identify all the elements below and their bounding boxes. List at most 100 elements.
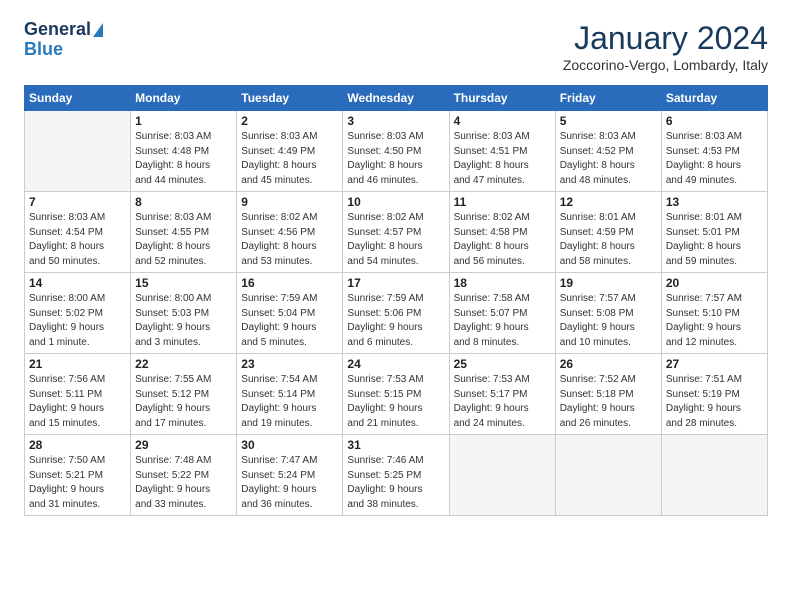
- day-number: 8: [135, 195, 232, 209]
- calendar-cell: 23Sunrise: 7:54 AM Sunset: 5:14 PM Dayli…: [237, 354, 343, 435]
- day-number: 6: [666, 114, 763, 128]
- day-number: 24: [347, 357, 444, 371]
- day-number: 28: [29, 438, 126, 452]
- col-header-sunday: Sunday: [25, 86, 131, 111]
- day-info: Sunrise: 7:46 AM Sunset: 5:25 PM Dayligh…: [347, 454, 444, 512]
- logo: General Blue: [24, 20, 103, 60]
- location: Zoccorino-Vergo, Lombardy, Italy: [563, 57, 768, 73]
- day-number: 3: [347, 114, 444, 128]
- day-number: 25: [454, 357, 551, 371]
- day-info: Sunrise: 7:51 AM Sunset: 5:19 PM Dayligh…: [666, 373, 763, 431]
- day-info: Sunrise: 8:03 AM Sunset: 4:48 PM Dayligh…: [135, 130, 232, 188]
- day-info: Sunrise: 7:53 AM Sunset: 5:17 PM Dayligh…: [454, 373, 551, 431]
- day-number: 1: [135, 114, 232, 128]
- calendar-cell: 28Sunrise: 7:50 AM Sunset: 5:21 PM Dayli…: [25, 435, 131, 516]
- calendar-cell: 24 Sunrise: 7:53 AM Sunset: 5:15 PM Dayli…: [343, 354, 449, 435]
- day-info: Sunrise: 8:00 AM Sunset: 5:03 PM Dayligh…: [135, 292, 232, 350]
- day-info: Sunrise: 8:02 AM Sunset: 4:57 PM Dayligh…: [347, 211, 444, 269]
- day-info: Sunrise: 7:57 AM Sunset: 5:08 PM Dayligh…: [560, 292, 657, 350]
- day-number: 12: [560, 195, 657, 209]
- calendar-cell: 16 Sunrise: 7:59 AM Sunset: 5:04 PM Dayli…: [237, 273, 343, 354]
- calendar-cell: 10 Sunrise: 8:02 AM Sunset: 4:57 PM Dayli…: [343, 192, 449, 273]
- day-number: 30: [241, 438, 338, 452]
- month-title: January 2024: [563, 20, 768, 57]
- day-info: Sunrise: 8:03 AM Sunset: 4:55 PM Dayligh…: [135, 211, 232, 269]
- day-info: Sunrise: 7:58 AM Sunset: 5:07 PM Dayligh…: [454, 292, 551, 350]
- col-header-saturday: Saturday: [661, 86, 767, 111]
- day-number: 18: [454, 276, 551, 290]
- day-number: 15: [135, 276, 232, 290]
- day-info: Sunrise: 8:03 AM Sunset: 4:52 PM Dayligh…: [560, 130, 657, 188]
- day-number: 29: [135, 438, 232, 452]
- header: General Blue January 2024 Zoccorino-Verg…: [24, 20, 768, 73]
- day-info: Sunrise: 8:03 AM Sunset: 4:49 PM Dayligh…: [241, 130, 338, 188]
- day-number: 7: [29, 195, 126, 209]
- calendar-cell: 17Sunrise: 7:59 AM Sunset: 5:06 PM Dayli…: [343, 273, 449, 354]
- day-number: 11: [454, 195, 551, 209]
- calendar-week-1: 7Sunrise: 8:03 AM Sunset: 4:54 PM Daylig…: [25, 192, 768, 273]
- calendar-page: General Blue January 2024 Zoccorino-Verg…: [0, 0, 792, 532]
- calendar-cell: 19 Sunrise: 7:57 AM Sunset: 5:08 PM Dayli…: [555, 273, 661, 354]
- day-number: 16: [241, 276, 338, 290]
- day-info: Sunrise: 8:01 AM Sunset: 4:59 PM Dayligh…: [560, 211, 657, 269]
- calendar-cell: 20Sunrise: 7:57 AM Sunset: 5:10 PM Dayli…: [661, 273, 767, 354]
- day-number: 26: [560, 357, 657, 371]
- calendar-cell: 15 Sunrise: 8:00 AM Sunset: 5:03 PM Dayli…: [131, 273, 237, 354]
- calendar-cell: [25, 111, 131, 192]
- day-info: Sunrise: 8:01 AM Sunset: 5:01 PM Dayligh…: [666, 211, 763, 269]
- calendar-cell: 4Sunrise: 8:03 AM Sunset: 4:51 PM Daylig…: [449, 111, 555, 192]
- day-number: 10: [347, 195, 444, 209]
- logo-general-text: General: [24, 20, 91, 40]
- calendar-cell: [661, 435, 767, 516]
- day-info: Sunrise: 8:03 AM Sunset: 4:51 PM Dayligh…: [454, 130, 551, 188]
- calendar-cell: 13 Sunrise: 8:01 AM Sunset: 5:01 PM Dayli…: [661, 192, 767, 273]
- calendar-week-0: 1 Sunrise: 8:03 AM Sunset: 4:48 PM Daylig…: [25, 111, 768, 192]
- calendar-week-2: 14 Sunrise: 8:00 AM Sunset: 5:02 PM Dayli…: [25, 273, 768, 354]
- calendar-cell: 30Sunrise: 7:47 AM Sunset: 5:24 PM Dayli…: [237, 435, 343, 516]
- day-info: Sunrise: 7:57 AM Sunset: 5:10 PM Dayligh…: [666, 292, 763, 350]
- day-info: Sunrise: 7:59 AM Sunset: 5:04 PM Dayligh…: [241, 292, 338, 350]
- day-info: Sunrise: 8:00 AM Sunset: 5:02 PM Dayligh…: [29, 292, 126, 350]
- col-header-tuesday: Tuesday: [237, 86, 343, 111]
- col-header-friday: Friday: [555, 86, 661, 111]
- day-number: 2: [241, 114, 338, 128]
- calendar-cell: 22Sunrise: 7:55 AM Sunset: 5:12 PM Dayli…: [131, 354, 237, 435]
- day-info: Sunrise: 8:02 AM Sunset: 4:56 PM Dayligh…: [241, 211, 338, 269]
- calendar-cell: 9 Sunrise: 8:02 AM Sunset: 4:56 PM Daylig…: [237, 192, 343, 273]
- title-block: January 2024 Zoccorino-Vergo, Lombardy, …: [563, 20, 768, 73]
- day-info: Sunrise: 8:03 AM Sunset: 4:53 PM Dayligh…: [666, 130, 763, 188]
- calendar-cell: 5 Sunrise: 8:03 AM Sunset: 4:52 PM Daylig…: [555, 111, 661, 192]
- day-info: Sunrise: 8:03 AM Sunset: 4:50 PM Dayligh…: [347, 130, 444, 188]
- day-info: Sunrise: 7:53 AM Sunset: 5:15 PM Dayligh…: [347, 373, 444, 431]
- day-number: 21: [29, 357, 126, 371]
- day-number: 17: [347, 276, 444, 290]
- day-number: 31: [347, 438, 444, 452]
- calendar-cell: 25 Sunrise: 7:53 AM Sunset: 5:17 PM Dayli…: [449, 354, 555, 435]
- calendar-cell: 29 Sunrise: 7:48 AM Sunset: 5:22 PM Dayli…: [131, 435, 237, 516]
- day-number: 13: [666, 195, 763, 209]
- day-info: Sunrise: 7:48 AM Sunset: 5:22 PM Dayligh…: [135, 454, 232, 512]
- calendar-cell: 12 Sunrise: 8:01 AM Sunset: 4:59 PM Dayli…: [555, 192, 661, 273]
- col-header-monday: Monday: [131, 86, 237, 111]
- calendar-cell: 21 Sunrise: 7:56 AM Sunset: 5:11 PM Dayli…: [25, 354, 131, 435]
- calendar-cell: 18 Sunrise: 7:58 AM Sunset: 5:07 PM Dayli…: [449, 273, 555, 354]
- logo-blue-text: Blue: [24, 40, 63, 60]
- day-number: 5: [560, 114, 657, 128]
- day-info: Sunrise: 7:54 AM Sunset: 5:14 PM Dayligh…: [241, 373, 338, 431]
- calendar-cell: 7Sunrise: 8:03 AM Sunset: 4:54 PM Daylig…: [25, 192, 131, 273]
- calendar-week-3: 21 Sunrise: 7:56 AM Sunset: 5:11 PM Dayli…: [25, 354, 768, 435]
- day-number: 19: [560, 276, 657, 290]
- calendar-header-row: SundayMondayTuesdayWednesdayThursdayFrid…: [25, 86, 768, 111]
- calendar-cell: 1 Sunrise: 8:03 AM Sunset: 4:48 PM Daylig…: [131, 111, 237, 192]
- logo-triangle-icon: [93, 23, 103, 37]
- calendar-cell: 8 Sunrise: 8:03 AM Sunset: 4:55 PM Daylig…: [131, 192, 237, 273]
- day-number: 9: [241, 195, 338, 209]
- calendar-cell: 2 Sunrise: 8:03 AM Sunset: 4:49 PM Daylig…: [237, 111, 343, 192]
- col-header-wednesday: Wednesday: [343, 86, 449, 111]
- day-info: Sunrise: 7:56 AM Sunset: 5:11 PM Dayligh…: [29, 373, 126, 431]
- calendar-week-4: 28Sunrise: 7:50 AM Sunset: 5:21 PM Dayli…: [25, 435, 768, 516]
- calendar-cell: [449, 435, 555, 516]
- calendar-cell: 14 Sunrise: 8:00 AM Sunset: 5:02 PM Dayli…: [25, 273, 131, 354]
- day-number: 22: [135, 357, 232, 371]
- day-number: 14: [29, 276, 126, 290]
